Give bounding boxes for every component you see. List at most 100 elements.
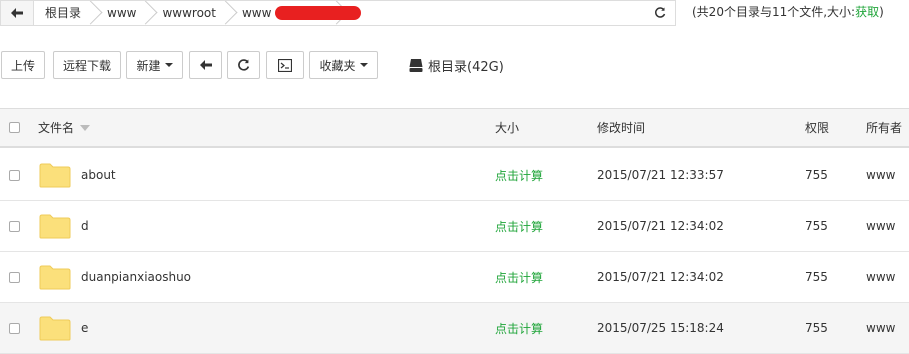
row-checkbox[interactable] [9, 169, 20, 181]
row-checkbox[interactable] [9, 220, 20, 232]
modified-time-label: 2015/07/21 12:34:02 [597, 219, 724, 233]
summary-text: (共20个目录与11个文件,大小: [692, 5, 856, 19]
terminal-button[interactable] [266, 51, 304, 79]
size-calc-link[interactable]: 点击计算 [495, 201, 543, 251]
table-header: 文件名 大小 修改时间 权限 所有者 [0, 108, 909, 148]
size-calc-link[interactable]: 点击计算 [495, 303, 543, 353]
table-row[interactable]: duanpianxiaoshuo 点击计算 2015/07/21 12:34:0… [0, 252, 909, 303]
disk-label: 根目录(42G) [428, 59, 504, 75]
modified-time-label: 2015/07/25 15:18:24 [597, 321, 724, 335]
header-perm-label: 权限 [805, 121, 830, 135]
modified-time: 2015/07/21 12:34:02 [597, 252, 724, 302]
breadcrumb-item-root[interactable]: 根目录 [33, 1, 95, 25]
new-label: 新建 [136, 58, 161, 73]
header-mtime-label: 修改时间 [597, 121, 646, 135]
file-name[interactable]: d [81, 201, 89, 251]
select-all-checkbox[interactable] [9, 122, 20, 133]
header-size: 大小 [495, 109, 519, 146]
new-button[interactable]: 新建 [126, 51, 183, 79]
folder-icon [39, 265, 71, 290]
permission[interactable]: 755 [805, 150, 828, 200]
file-name-label: e [81, 321, 89, 335]
owner-label: www [866, 270, 896, 284]
owner[interactable]: www [866, 303, 895, 353]
size-calc-label: 点击计算 [495, 168, 544, 183]
upload-button[interactable]: 上传 [1, 51, 45, 79]
permission[interactable]: 755 [805, 201, 828, 251]
modified-time: 2015/07/21 12:34:02 [597, 201, 724, 251]
size-calc-label: 点击计算 [495, 219, 544, 234]
header-owner: 所有者 [866, 109, 902, 146]
file-name[interactable]: duanpianxiaoshuo [81, 252, 191, 302]
chevron-down-icon [359, 63, 368, 67]
breadcrumb-item-wwwroot[interactable]: wwwroot [150, 1, 230, 25]
file-name[interactable]: e [81, 303, 88, 353]
modified-time-label: 2015/07/21 12:34:02 [597, 270, 724, 284]
header-name-label: 文件名 [38, 121, 75, 135]
breadcrumb-label: wwwroot [162, 6, 216, 20]
table-row[interactable]: e 点击计算 2015/07/25 15:18:24 755 www [0, 303, 909, 354]
owner[interactable]: www [866, 252, 895, 302]
hard-drive-icon [409, 58, 423, 72]
modified-time: 2015/07/25 15:18:24 [597, 303, 724, 353]
size-calc-link[interactable]: 点击计算 [495, 252, 543, 302]
directory-summary: (共20个目录与11个文件,大小:获取) [692, 0, 884, 24]
refresh-icon [238, 58, 250, 71]
remote-download-button[interactable]: 远程下载 [53, 51, 121, 79]
modified-time: 2015/07/21 12:33:57 [597, 150, 724, 200]
arrow-left-icon [199, 60, 212, 70]
table-row[interactable]: d 点击计算 2015/07/21 12:34:02 755 www [0, 201, 909, 252]
favorites-button[interactable]: 收藏夹 [309, 51, 378, 79]
arrow-left-icon [11, 8, 23, 18]
permission-label: 755 [805, 168, 828, 182]
owner-label: www [866, 321, 896, 335]
refresh-button[interactable] [227, 51, 260, 79]
permission-label: 755 [805, 219, 828, 233]
folder-icon [39, 316, 71, 341]
header-perm: 权限 [805, 109, 829, 146]
size-calc-link[interactable]: 点击计算 [495, 150, 543, 200]
disk-indicator: 根目录(42G) [409, 51, 504, 79]
row-checkbox[interactable] [9, 271, 20, 283]
modified-time-label: 2015/07/21 12:33:57 [597, 168, 724, 182]
header-mtime: 修改时间 [597, 109, 645, 146]
row-checkbox[interactable] [9, 322, 20, 334]
file-name-label: d [81, 219, 89, 233]
sort-caret-icon [80, 124, 91, 131]
permission[interactable]: 755 [805, 252, 828, 302]
permission[interactable]: 755 [805, 303, 828, 353]
table-row[interactable]: about 点击计算 2015/07/21 12:33:57 755 www [0, 150, 909, 201]
permission-label: 755 [805, 270, 828, 284]
remote-download-label: 远程下载 [62, 58, 111, 73]
owner[interactable]: www [866, 201, 895, 251]
breadcrumb-label: www [107, 6, 137, 20]
file-name-label: duanpianxiaoshuo [81, 270, 192, 284]
row-checkbox-cell [9, 201, 20, 251]
upload-label: 上传 [10, 58, 35, 73]
breadcrumb: 根目录 www wwwroot www [0, 0, 646, 26]
path-refresh-button[interactable] [645, 0, 676, 26]
size-calc-label: 点击计算 [495, 321, 544, 336]
fetch-size-link[interactable]: 获取 [855, 5, 879, 19]
row-checkbox-cell [9, 303, 20, 353]
folder-icon [39, 163, 71, 188]
file-name[interactable]: about [81, 150, 116, 200]
header-name[interactable]: 文件名 [38, 109, 91, 146]
owner-label: www [866, 219, 896, 233]
breadcrumb-label: www [241, 6, 272, 20]
redaction-mark [275, 6, 361, 20]
owner-label: www [866, 168, 896, 182]
header-owner-label: 所有者 [866, 121, 903, 135]
back-button[interactable] [189, 51, 222, 79]
path-back-button[interactable] [1, 1, 34, 25]
owner[interactable]: www [866, 150, 895, 200]
permission-label: 755 [805, 321, 828, 335]
size-calc-label: 点击计算 [495, 270, 544, 285]
breadcrumb-item-www[interactable]: www [95, 1, 150, 25]
chevron-down-icon [164, 63, 173, 67]
terminal-icon [278, 58, 292, 72]
header-size-label: 大小 [495, 121, 520, 135]
file-name-label: about [81, 168, 116, 182]
favorites-label: 收藏夹 [319, 58, 356, 73]
breadcrumb-label: 根目录 [45, 6, 82, 20]
